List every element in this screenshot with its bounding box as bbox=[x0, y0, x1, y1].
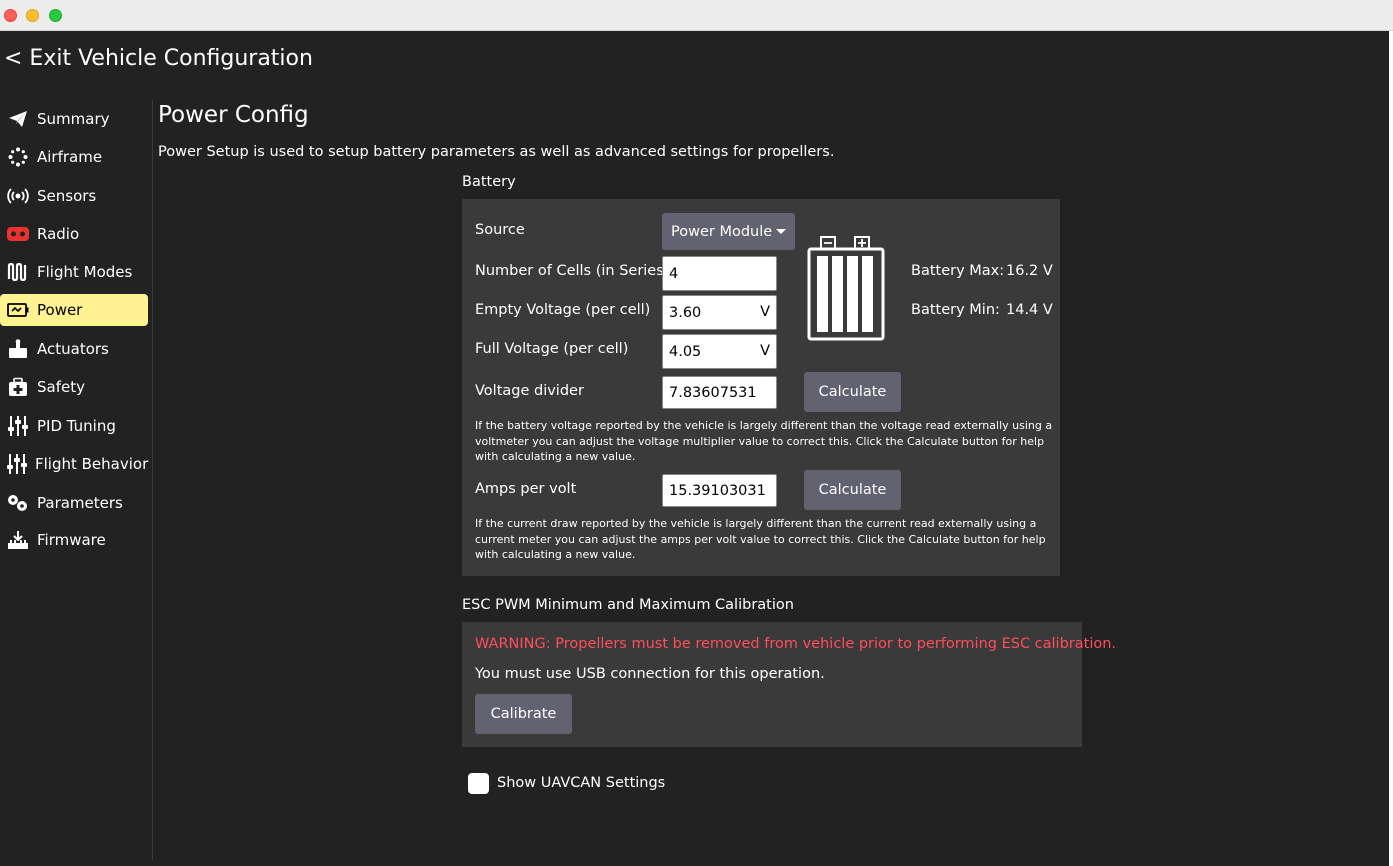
safety-icon bbox=[7, 376, 29, 398]
sidebar-item-label: Parameters bbox=[37, 494, 123, 512]
calibrate-button[interactable]: Calibrate bbox=[475, 694, 572, 734]
esc-section-label: ESC PWM Minimum and Maximum Calibration bbox=[462, 597, 794, 613]
sidebar-item-flight-modes[interactable]: Flight Modes bbox=[0, 256, 148, 288]
battery-max-value: 16.2 V bbox=[1006, 263, 1053, 279]
airframe-icon bbox=[7, 146, 29, 168]
uavcan-checkbox[interactable] bbox=[468, 773, 489, 794]
esc-warning: WARNING: Propellers must be removed from… bbox=[475, 636, 1117, 652]
cells-input[interactable]: 4 bbox=[662, 256, 777, 291]
volt-unit: V bbox=[760, 304, 770, 320]
cells-label: Number of Cells (in Series) bbox=[475, 263, 670, 279]
battery-max-label: Battery Max: bbox=[911, 263, 1005, 279]
sidebar-item-label: Firmware bbox=[37, 531, 106, 549]
sidebar-item-safety[interactable]: Safety bbox=[0, 371, 148, 403]
empty-voltage-label: Empty Voltage (per cell) bbox=[475, 302, 651, 318]
sidebar-item-label: Airframe bbox=[37, 148, 103, 166]
sidebar-item-parameters[interactable]: Parameters bbox=[0, 487, 148, 519]
caret-down-icon bbox=[776, 229, 786, 234]
usb-note: You must use USB connection for this ope… bbox=[475, 666, 825, 682]
amps-per-volt-value: 15.39103031 bbox=[669, 482, 766, 499]
empty-voltage-input[interactable]: 3.60 V bbox=[662, 295, 777, 330]
full-voltage-input[interactable]: 4.05 V bbox=[662, 334, 777, 369]
sidebar-item-label: Flight Behavior bbox=[35, 455, 149, 473]
battery-min-label: Battery Min: bbox=[911, 302, 1000, 318]
sidebar-item-label: Radio bbox=[37, 225, 80, 243]
page-title: Power Config bbox=[158, 102, 309, 128]
battery-icon bbox=[806, 236, 886, 346]
sidebar-item-pid-tuning[interactable]: PID Tuning bbox=[0, 410, 148, 442]
sidebar-item-label: PID Tuning bbox=[37, 417, 116, 435]
page-description: Power Setup is used to setup battery par… bbox=[158, 144, 835, 160]
amps-per-volt-help: If the current draw reported by the vehi… bbox=[475, 517, 1046, 561]
actuators-icon bbox=[7, 338, 29, 360]
sensors-icon bbox=[7, 185, 29, 207]
calculate-voltage-button[interactable]: Calculate bbox=[804, 372, 901, 412]
sidebar-item-label: Actuators bbox=[37, 340, 109, 358]
minimize-window-button[interactable] bbox=[26, 9, 39, 22]
sidebar-item-label: Safety bbox=[37, 378, 85, 396]
battery-section-label: Battery bbox=[462, 174, 516, 190]
empty-voltage-value: 3.60 bbox=[669, 304, 702, 321]
radio-icon bbox=[7, 223, 29, 245]
sidebar-item-sensors[interactable]: Sensors bbox=[0, 180, 148, 212]
sidebar-item-label: Flight Modes bbox=[37, 263, 133, 281]
sidebar-item-radio[interactable]: Radio bbox=[0, 218, 148, 250]
paper-plane-icon bbox=[7, 108, 29, 130]
voltage-divider-value: 7.83607531 bbox=[669, 384, 757, 401]
sliders-icon bbox=[7, 453, 27, 475]
cells-value: 4 bbox=[669, 265, 679, 282]
voltage-divider-help: If the battery voltage reported by the v… bbox=[475, 419, 1053, 463]
battery-min-value: 14.4 V bbox=[1006, 302, 1053, 318]
flight-modes-icon bbox=[7, 261, 29, 283]
sidebar-item-label: Power bbox=[37, 301, 83, 319]
window-right-edge bbox=[1389, 31, 1393, 866]
sidebar-item-power[interactable]: Power bbox=[0, 294, 148, 326]
calculate-amps-button[interactable]: Calculate bbox=[804, 470, 901, 510]
close-window-button[interactable] bbox=[4, 9, 17, 22]
maximize-window-button[interactable] bbox=[49, 9, 62, 22]
full-voltage-label: Full Voltage (per cell) bbox=[475, 341, 629, 357]
sidebar-item-airframe[interactable]: Airframe bbox=[0, 141, 148, 173]
amps-per-volt-label: Amps per volt bbox=[475, 481, 577, 497]
sidebar-item-summary[interactable]: Summary bbox=[0, 103, 148, 135]
sliders-icon bbox=[7, 415, 29, 437]
amps-per-volt-input[interactable]: 15.39103031 bbox=[662, 474, 777, 507]
exit-vehicle-configuration-link[interactable]: < Exit Vehicle Configuration bbox=[4, 46, 313, 71]
firmware-icon bbox=[7, 529, 29, 551]
sidebar-item-flight-behavior[interactable]: Flight Behavior bbox=[0, 448, 148, 480]
source-label: Source bbox=[475, 222, 525, 238]
full-voltage-value: 4.05 bbox=[669, 343, 702, 360]
voltage-divider-input[interactable]: 7.83607531 bbox=[662, 376, 777, 409]
sidebar-divider bbox=[152, 100, 153, 860]
volt-unit: V bbox=[760, 343, 770, 359]
voltage-divider-label: Voltage divider bbox=[475, 383, 584, 399]
sidebar-item-firmware[interactable]: Firmware bbox=[0, 524, 148, 556]
sidebar-item-label: Sensors bbox=[37, 187, 97, 205]
parameters-icon bbox=[7, 492, 29, 514]
uavcan-checkbox-label: Show UAVCAN Settings bbox=[497, 775, 666, 791]
window-titlebar bbox=[0, 0, 1393, 31]
source-dropdown[interactable]: Power Module bbox=[662, 213, 795, 250]
power-icon bbox=[7, 299, 29, 321]
sidebar-item-label: Summary bbox=[37, 110, 110, 128]
sidebar-item-actuators[interactable]: Actuators bbox=[0, 333, 148, 365]
source-dropdown-value: Power Module bbox=[671, 223, 773, 240]
